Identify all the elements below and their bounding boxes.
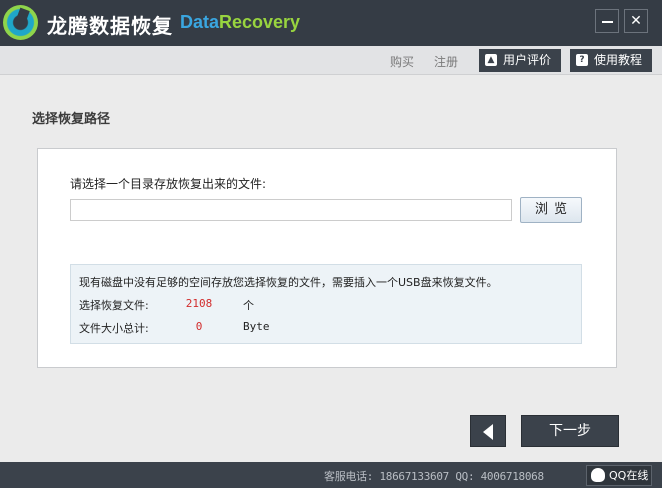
brand-recovery-text: Recovery [219, 12, 301, 32]
app-title: 龙腾数据恢复 [47, 14, 173, 38]
status-bar: 客服电话: 18667133607 QQ: 4006718068 QQ在线 [0, 462, 662, 488]
tutorial-label: 使用教程 [594, 53, 643, 67]
selected-files-count: 2108 [185, 297, 213, 310]
selected-files-label: 选择恢复文件: [79, 299, 149, 312]
selected-files-unit: 个 [243, 299, 254, 312]
total-size-unit: Byte [243, 320, 270, 333]
buy-link[interactable]: 购买 [390, 53, 414, 70]
select-directory-prompt: 请选择一个目录存放恢复出来的文件: [70, 177, 267, 191]
brand-data-text: Data [180, 12, 220, 32]
user-review-label: 用户评价 [503, 53, 552, 67]
total-size-value: 0 [195, 320, 203, 333]
qq-online-label: QQ在线 [609, 469, 649, 482]
app-brand: DataRecovery [180, 12, 300, 33]
app-logo-icon [3, 5, 38, 40]
main-content: 选择恢复路径 请选择一个目录存放恢复出来的文件: 浏览 现有磁盘中没有足够的空间… [0, 76, 662, 462]
section-title: 选择恢复路径 [32, 112, 111, 127]
thumbs-up-icon: ▲ [485, 54, 497, 66]
next-step-button[interactable]: 下一步 [521, 415, 619, 447]
help-icon: ? [576, 54, 588, 66]
recovery-path-panel: 请选择一个目录存放恢复出来的文件: 浏览 现有磁盘中没有足够的空间存放您选择恢复… [37, 148, 617, 368]
qq-penguin-icon [591, 468, 605, 482]
minimize-button[interactable] [595, 9, 619, 33]
close-button[interactable]: ✕ [624, 9, 648, 33]
register-link[interactable]: 注册 [434, 53, 458, 70]
user-review-button[interactable]: ▲ 用户评价 [479, 49, 561, 72]
title-bar: 龙腾数据恢复 DataRecovery ✕ [0, 0, 662, 46]
browse-button[interactable]: 浏览 [520, 197, 582, 223]
total-size-label: 文件大小总计: [79, 322, 149, 335]
recovery-path-input[interactable] [70, 199, 512, 221]
customer-service-contact: 客服电话: 18667133607 QQ: 4006718068 [324, 470, 544, 483]
back-button[interactable] [470, 415, 506, 447]
tutorial-button[interactable]: ? 使用教程 [570, 49, 652, 72]
qq-online-button[interactable]: QQ在线 [586, 465, 652, 486]
recovery-info-box: 现有磁盘中没有足够的空间存放您选择恢复的文件，需要插入一个USB盘来恢复文件。 … [70, 264, 582, 344]
top-menu-bar: 购买 注册 ▲ 用户评价 ? 使用教程 [0, 46, 662, 75]
insufficient-space-notice: 现有磁盘中没有足够的空间存放您选择恢复的文件，需要插入一个USB盘来恢复文件。 [79, 276, 498, 289]
